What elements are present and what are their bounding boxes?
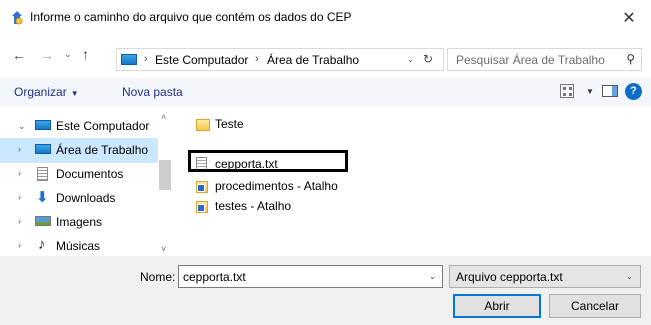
search-icon[interactable]: ⚲ [626, 52, 635, 66]
file-name-label: Nome: [140, 270, 176, 284]
up-button[interactable]: ↑ [82, 46, 89, 62]
file-name-input[interactable]: cepporta.txt ⌄ [178, 265, 443, 288]
sidebar-item-area-de-trabalho[interactable]: › Área de Trabalho [0, 138, 158, 163]
expand-icon[interactable]: › [18, 240, 21, 250]
scrollbar-thumb[interactable] [159, 160, 171, 190]
collapse-icon[interactable]: ⌄ [18, 121, 26, 132]
documents-icon [37, 167, 48, 181]
command-toolbar: Organizar ▼ Nova pasta ▼ ? [0, 78, 651, 106]
sidebar-item-label: Músicas [56, 239, 101, 253]
expand-icon[interactable]: › [18, 144, 21, 154]
chevron-down-icon[interactable]: ⌄ [626, 272, 633, 281]
file-type-value: Arquivo cepporta.txt [456, 270, 563, 284]
recent-locations-button[interactable]: ⌄ [64, 49, 72, 60]
view-options-chevron-icon[interactable]: ▼ [586, 87, 594, 96]
expand-icon[interactable]: › [18, 168, 21, 178]
computer-icon [35, 120, 51, 130]
address-dropdown-icon[interactable]: ⌄ [407, 55, 414, 64]
navigation-pane: ⌄ Este Computador › Área de Trabalho › D… [0, 110, 172, 256]
file-name: procedimentos - Atalho [215, 179, 338, 193]
search-box[interactable]: Pesquisar Área de Trabalho ⚲ [447, 48, 642, 71]
title-bar: Informe o caminho do arquivo que contém … [0, 0, 651, 36]
breadcrumb-area-de-trabalho[interactable]: Área de Trabalho [267, 53, 359, 67]
back-button[interactable]: ← [12, 47, 26, 63]
sidebar-scrollbar[interactable]: ˄ ˅ [158, 110, 172, 256]
shortcut-icon [196, 181, 208, 193]
cancel-button[interactable]: Cancelar [549, 294, 641, 318]
close-icon: ✕ [622, 10, 636, 27]
sidebar-item-label: Downloads [56, 191, 116, 205]
pictures-icon [35, 216, 51, 226]
sidebar-item-downloads[interactable]: › ⬇ Downloads [0, 186, 158, 211]
breadcrumb-separator[interactable]: › [144, 53, 148, 65]
music-icon: ♪ [38, 236, 46, 253]
shortcut-icon [196, 201, 208, 213]
sidebar-item-imagens[interactable]: › Imagens [0, 210, 158, 235]
expand-icon[interactable]: › [18, 216, 21, 226]
organize-button[interactable]: Organizar ▼ [14, 85, 79, 99]
folder-icon [196, 119, 210, 131]
organize-label: Organizar [14, 85, 67, 99]
open-button[interactable]: Abrir [453, 294, 541, 318]
chevron-down-icon: ▼ [70, 89, 79, 98]
sidebar-item-label: Imagens [56, 215, 103, 229]
chevron-down-icon[interactable]: ⌄ [429, 272, 436, 281]
refresh-icon[interactable]: ↻ [423, 52, 433, 66]
scroll-down-icon[interactable]: ˅ [161, 244, 166, 254]
folder-search-icon [12, 11, 23, 25]
highlight-rectangle [188, 150, 348, 172]
computer-icon [121, 54, 137, 65]
dialog-title: Informe o caminho do arquivo que contém … [30, 10, 352, 24]
file-name-value[interactable]: cepporta.txt [183, 270, 246, 284]
file-type-select[interactable]: Arquivo cepporta.txt ⌄ [449, 265, 641, 288]
forward-button[interactable]: → [40, 47, 54, 63]
view-options-icon[interactable] [560, 84, 574, 98]
breadcrumb-separator[interactable]: › [255, 53, 259, 65]
desktop-icon [35, 144, 51, 154]
close-button[interactable]: ✕ [607, 0, 651, 36]
help-icon[interactable]: ? [625, 83, 642, 100]
new-folder-button[interactable]: Nova pasta [122, 85, 183, 99]
expand-icon[interactable]: › [18, 192, 21, 202]
search-input[interactable]: Pesquisar Área de Trabalho [456, 53, 605, 67]
sidebar-item-label: Área de Trabalho [56, 143, 149, 157]
preview-pane-icon[interactable] [602, 85, 618, 97]
sidebar-item-label: Documentos [56, 167, 124, 181]
file-name: Teste [215, 117, 244, 131]
breadcrumb-este-computador[interactable]: Este Computador [155, 53, 248, 67]
sidebar-item-este-computador[interactable]: ⌄ Este Computador [0, 114, 158, 139]
address-bar[interactable]: › Este Computador › Área de Trabalho ⌄ ↻ [116, 48, 444, 71]
sidebar-item-label: Este Computador [56, 119, 150, 133]
scroll-up-icon[interactable]: ˄ [161, 112, 166, 122]
sidebar-item-documentos[interactable]: › Documentos [0, 162, 158, 187]
file-name: testes - Atalho [215, 199, 292, 213]
downloads-icon: ⬇ [36, 189, 49, 206]
file-list: Teste cepporta.txt procedimentos - Atalh… [178, 110, 651, 256]
